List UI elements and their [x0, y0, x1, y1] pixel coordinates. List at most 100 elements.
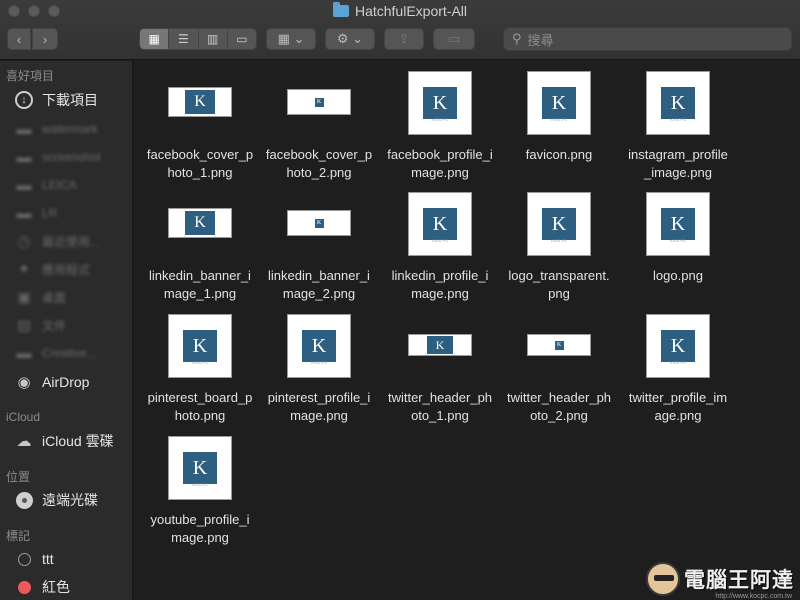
- sidebar-item-blurred[interactable]: ▬ Creative...: [14, 341, 97, 365]
- logo-k-icon: K: [423, 208, 457, 240]
- group-icon: ▦ ⌄: [277, 31, 305, 46]
- file-item[interactable]: K KISS PS pinterest_board_p hoto.png: [140, 312, 260, 425]
- tag-icon: ▭: [447, 31, 461, 46]
- file-name-line: mage_1.png: [163, 286, 237, 301]
- file-item[interactable]: Ktwitter_header_ph oto_2.png: [499, 312, 619, 425]
- file-item[interactable]: K KISS PS facebook_profile_i mage.png: [380, 69, 500, 182]
- file-thumbnail-area: K KISS PS: [618, 69, 738, 135]
- sidebar-item-downloads[interactable]: ↓ 下載項目: [14, 88, 98, 112]
- sidebar-item-blurred[interactable]: ▤ 文件: [14, 313, 66, 337]
- file-item[interactable]: Kfacebook_cover_p hoto_1.png: [140, 69, 260, 182]
- file-item[interactable]: Kfacebook_cover_p hoto_2.png: [259, 69, 379, 182]
- folder-icon: ▬: [16, 204, 32, 222]
- search-field[interactable]: ⚲ 搜尋: [503, 27, 792, 51]
- view-mode-segmented: ▦ ☰ ▥ ▭: [139, 28, 257, 50]
- file-thumbnail-area: K: [259, 190, 379, 256]
- file-thumbnail: K: [168, 208, 232, 238]
- finder-window: HatchfulExport-All ‹ › ▦ ☰ ▥ ▭ ▦ ⌄ ⚙ ⌄ ⇪…: [0, 0, 800, 600]
- file-name-label: youtube_profile_i mage.png: [140, 511, 260, 547]
- sidebar-item-blurred[interactable]: ▣ 桌面: [14, 285, 66, 309]
- logo-subtext: KISS PS: [311, 360, 327, 365]
- sidebar-item-label: 桌面: [42, 290, 67, 305]
- back-button[interactable]: ‹: [7, 28, 31, 50]
- file-thumbnail: K KISS PS: [168, 314, 232, 378]
- file-thumbnail: K: [408, 334, 472, 356]
- icon-view-button[interactable]: ▦: [140, 29, 170, 49]
- logo-k-icon: K: [427, 336, 453, 354]
- file-thumbnail: K KISS PS: [287, 314, 351, 378]
- file-name-line: twitter_header_ph: [506, 390, 612, 405]
- sidebar-item-airdrop[interactable]: ◉ AirDrop: [14, 370, 89, 394]
- file-item[interactable]: Ktwitter_header_ph oto_1.png: [380, 312, 500, 425]
- logo-k-icon: K: [661, 330, 695, 362]
- file-name-label: pinterest_board_p hoto.png: [140, 389, 260, 425]
- logo-subtext: KISS PS: [551, 238, 567, 243]
- file-thumbnail-area: K KISS PS: [259, 312, 379, 378]
- sidebar-item-blurred[interactable]: ▬ screenshot: [14, 145, 101, 169]
- file-thumbnail: K KISS PS: [527, 71, 591, 135]
- file-name-line: facebook_cover_p: [265, 147, 373, 162]
- sidebar-item-blurred[interactable]: ✦ 應用程式: [14, 257, 90, 281]
- file-item[interactable]: K KISS PS twitter_profile_im age.png: [618, 312, 738, 425]
- file-name-label: facebook_cover_p hoto_2.png: [259, 146, 379, 182]
- forward-button[interactable]: ›: [32, 28, 58, 50]
- chevron-left-icon: ‹: [16, 31, 22, 47]
- file-item[interactable]: Klinkedin_banner_i mage_2.png: [259, 190, 379, 303]
- sidebar-item-icloud-drive[interactable]: ☁ iCloud 雲碟: [14, 429, 114, 453]
- file-thumbnail-area: K KISS PS: [499, 190, 619, 256]
- file-name-line: youtube_profile_i: [150, 512, 250, 527]
- file-item[interactable]: K KISS PS instagram_profile _image.png: [618, 69, 738, 182]
- file-item[interactable]: K KISS PS youtube_profile_i mage.png: [140, 434, 260, 547]
- file-thumbnail-area: K KISS PS: [380, 190, 500, 256]
- logo-k-icon: K: [661, 208, 695, 240]
- file-name-label: facebook_profile_i mage.png: [380, 146, 500, 182]
- sidebar-item-remote-disc[interactable]: 遠端光碟: [14, 488, 98, 512]
- action-menu-button[interactable]: ⚙ ⌄: [325, 28, 375, 50]
- file-thumbnail: K KISS PS: [408, 192, 472, 256]
- file-name-line: linkedin_profile_i: [391, 268, 489, 283]
- file-item[interactable]: K KISS PS logo_transparent. png: [499, 190, 619, 303]
- watermark-url: http://www.kocpc.com.tw: [715, 593, 792, 600]
- watermark-text: 電腦王阿達: [684, 569, 794, 592]
- group-by-button[interactable]: ▦ ⌄: [266, 28, 316, 50]
- file-name-line: facebook_profile_i: [387, 147, 493, 162]
- logo-k-icon: K: [183, 330, 217, 362]
- sidebar-item-tag-ttt[interactable]: ttt: [14, 547, 54, 571]
- sidebar-item-label: Creative...: [42, 346, 97, 360]
- edit-tags-button[interactable]: ▭: [433, 28, 475, 50]
- folder-icon: ▬: [16, 120, 32, 138]
- column-view-button[interactable]: ▥: [198, 29, 228, 49]
- share-button[interactable]: ⇪: [384, 28, 424, 50]
- document-icon: ▤: [16, 317, 32, 334]
- file-item[interactable]: K KISS PS favicon.png: [499, 69, 619, 164]
- file-thumbnail-area: K: [380, 312, 500, 378]
- sidebar-item-blurred[interactable]: ▬ LEICA: [14, 173, 77, 197]
- file-thumbnail: K KISS PS: [646, 314, 710, 378]
- file-name-line: pinterest_profile_i: [267, 390, 371, 405]
- file-name-label: twitter_header_ph oto_2.png: [499, 389, 619, 425]
- logo-k-icon: K: [423, 87, 457, 119]
- folder-icon: ▬: [16, 344, 32, 362]
- file-item[interactable]: K KISS PS linkedin_profile_i mage.png: [380, 190, 500, 303]
- sidebar-item-blurred[interactable]: ▬ watermark: [14, 117, 99, 141]
- file-item[interactable]: Klinkedin_banner_i mage_1.png: [140, 190, 260, 303]
- gallery-view-button[interactable]: ▭: [227, 29, 256, 49]
- sidebar-item-blurred[interactable]: ▬ LR: [14, 201, 58, 225]
- airdrop-icon: ◉: [17, 374, 31, 391]
- file-thumbnail-area: K KISS PS: [140, 434, 260, 500]
- sidebar-item-label: iCloud 雲碟: [42, 433, 114, 449]
- list-view-button[interactable]: ☰: [169, 29, 199, 49]
- file-name-label: facebook_cover_p hoto_1.png: [140, 146, 260, 182]
- file-name-label: twitter_profile_im age.png: [618, 389, 738, 425]
- sidebar-item-blurred[interactable]: ◷ 最近使用...: [14, 229, 100, 253]
- logo-subtext: KISS PS: [670, 360, 686, 365]
- sidebar-item-tag-red[interactable]: 紅色: [14, 575, 70, 599]
- folder-icon: ▬: [16, 176, 32, 194]
- file-name-line: pinterest_board_p: [147, 390, 253, 405]
- sidebar-item-label: ttt: [42, 551, 54, 567]
- file-item[interactable]: K KISS PS pinterest_profile_i mage.png: [259, 312, 379, 425]
- sidebar-item-label: 文件: [42, 318, 67, 333]
- file-name-label: instagram_profile _image.png: [618, 146, 738, 182]
- file-item[interactable]: K KISS PS logo.png: [618, 190, 738, 285]
- logo-k-icon: K: [185, 90, 215, 114]
